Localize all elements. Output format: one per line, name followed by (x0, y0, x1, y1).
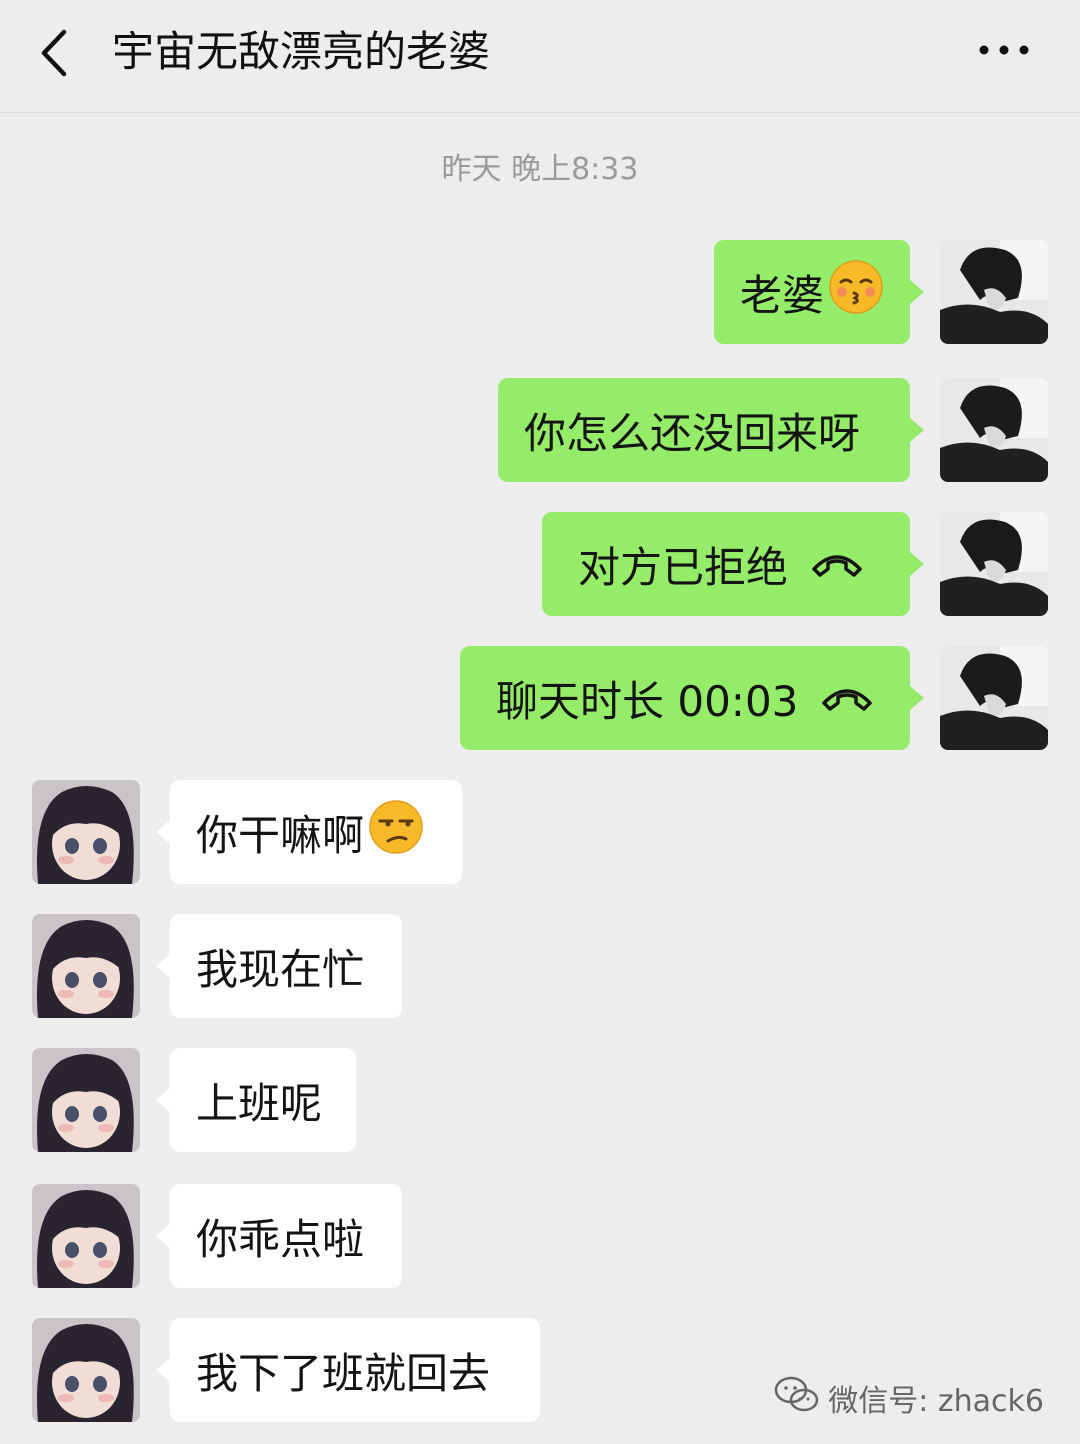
chat-header: 宇宙无敌漂亮的老婆 (0, 0, 1080, 113)
kissing-face-icon (828, 259, 884, 325)
avatar-contact[interactable] (32, 1048, 140, 1152)
call-duration-bubble[interactable]: 聊天时长 00:03 (460, 646, 924, 750)
message-bubble-incoming[interactable]: 上班呢 (156, 1048, 356, 1152)
message-bubble-incoming[interactable]: 你干嘛啊 (156, 780, 462, 884)
hang-up-icon (820, 674, 874, 723)
wechat-id-watermark: 微信号: zhack6 (774, 1374, 1044, 1422)
avatar-contact[interactable] (32, 1184, 140, 1288)
avatar-contact[interactable] (32, 914, 140, 1018)
call-rejected-bubble[interactable]: 对方已拒绝 (542, 512, 924, 616)
message-bubble-outgoing[interactable]: 老婆 (714, 240, 924, 344)
message-text: 你怎么还没回来呀 (524, 408, 861, 458)
message-text: 我现在忙 (196, 944, 365, 994)
message-text: 你乖点啦 (196, 1214, 365, 1264)
message-bubble-outgoing[interactable]: 你怎么还没回来呀 (498, 378, 924, 482)
chevron-left-icon (41, 29, 67, 77)
message-timestamp: 昨天 晚上8:33 (441, 152, 639, 187)
unamused-face-icon (368, 799, 424, 865)
avatar-contact[interactable] (32, 1318, 140, 1422)
avatar-contact[interactable] (32, 780, 140, 884)
wechat-logo-icon (774, 1374, 820, 1422)
avatar-self[interactable] (940, 512, 1048, 616)
message-bubble-incoming[interactable]: 我下了班就回去 (156, 1318, 540, 1422)
message-bubble-incoming[interactable]: 你乖点啦 (156, 1184, 402, 1288)
chat-title: 宇宙无敌漂亮的老婆 (112, 27, 491, 76)
message-bubble-incoming[interactable]: 我现在忙 (156, 914, 402, 1018)
message-text: 你干嘛啊 (196, 810, 365, 860)
watermark-text: 微信号: zhack6 (828, 1384, 1044, 1419)
message-text: 聊天时长 00:03 (496, 676, 799, 726)
hang-up-icon (810, 540, 864, 589)
more-dots-icon (979, 45, 1029, 55)
message-text: 上班呢 (196, 1078, 323, 1128)
back-button[interactable] (30, 26, 80, 80)
message-text: 老婆 (740, 270, 825, 320)
avatar-self[interactable] (940, 646, 1048, 750)
message-text: 我下了班就回去 (196, 1348, 491, 1398)
avatar-self[interactable] (940, 240, 1048, 344)
message-text: 对方已拒绝 (578, 542, 789, 592)
more-button[interactable] (974, 30, 1034, 70)
avatar-self[interactable] (940, 378, 1048, 482)
